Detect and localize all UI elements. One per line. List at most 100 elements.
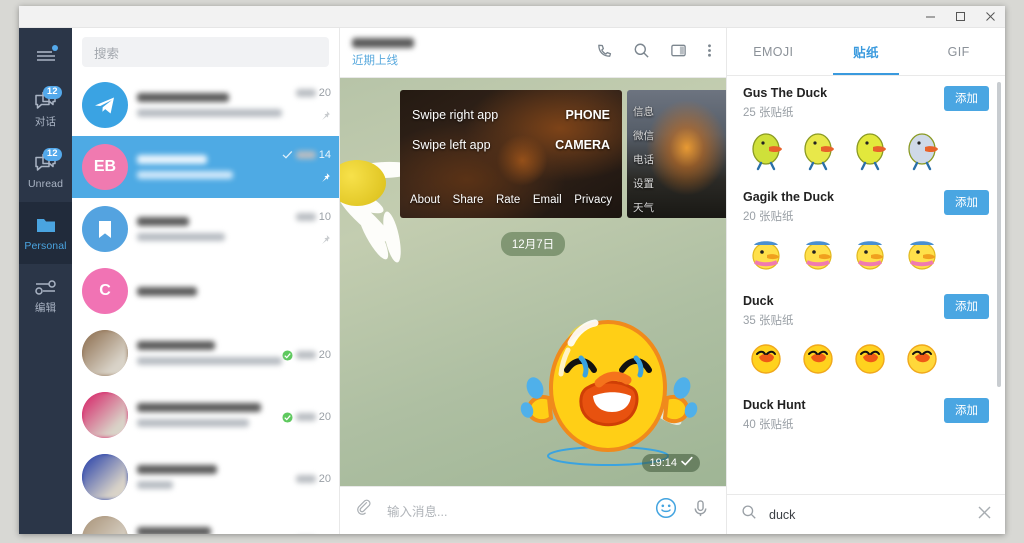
- clear-icon[interactable]: [978, 506, 991, 524]
- tab-gif[interactable]: GIF: [912, 28, 1005, 75]
- sticker-thumbnail[interactable]: [743, 231, 789, 282]
- chat-rows[interactable]: 20EB1410C20202020: [72, 74, 339, 534]
- chat-name-redacted: [137, 341, 215, 350]
- microphone-icon[interactable]: [691, 499, 710, 523]
- sticker-packs-list[interactable]: Gus The Duck25 张贴纸添加Gagik the Duck20 张贴纸…: [727, 76, 1005, 494]
- sticker-pack-name: Gus The Duck: [743, 86, 827, 100]
- sticker-pack: Duck35 张贴纸添加: [743, 294, 1005, 386]
- sticker-thumbnail[interactable]: [847, 127, 893, 178]
- telegram-window: 12 对话 12 Unread: [19, 6, 1005, 534]
- tab-emoji[interactable]: EMOJI: [727, 28, 820, 75]
- sent-check-icon: [681, 456, 693, 469]
- unread-badge: 12: [43, 148, 62, 161]
- chat-item-name-row: [137, 287, 282, 296]
- sticker-pack-previews: [743, 231, 1005, 282]
- chat-list-item[interactable]: 10: [72, 198, 339, 260]
- photo-swipe-right-label: Swipe right app: [412, 108, 498, 122]
- sticker-thumbnail[interactable]: [847, 439, 893, 451]
- messages-inner: Swipe right app PHONE Swipe left app CAM…: [340, 78, 726, 486]
- split-view-icon[interactable]: [670, 42, 687, 64]
- message-input[interactable]: 输入消息...: [387, 501, 641, 520]
- add-sticker-pack-button[interactable]: 添加: [944, 294, 989, 319]
- sidebar-item-edit-folders[interactable]: 编辑: [19, 264, 72, 326]
- photo-screenshot-left[interactable]: Swipe right app PHONE Swipe left app CAM…: [400, 90, 622, 218]
- sticker-thumbnail[interactable]: [847, 335, 893, 386]
- sidebar-item-unread[interactable]: 12 Unread: [19, 140, 72, 202]
- messages-area: Swipe right app PHONE Swipe left app CAM…: [340, 78, 726, 486]
- sticker-thumbnail[interactable]: [795, 335, 841, 386]
- chat-item-meta: 20: [291, 454, 331, 500]
- sidebar-item-personal[interactable]: Personal: [19, 202, 72, 264]
- main-menu-button[interactable]: [19, 34, 72, 78]
- add-sticker-pack-button[interactable]: 添加: [944, 86, 989, 111]
- sidebar-item-chats[interactable]: 12 对话: [19, 78, 72, 140]
- tab-贴纸[interactable]: 贴纸: [820, 28, 913, 75]
- date-redacted: [296, 213, 316, 221]
- photo-link: Share: [453, 194, 484, 206]
- sticker-pack: Gagik the Duck20 张贴纸添加: [743, 190, 1005, 282]
- phone-icon[interactable]: [596, 42, 613, 64]
- sticker-panel-tabs[interactable]: EMOJI贴纸GIF: [727, 28, 1005, 76]
- chat-item-text: [137, 93, 282, 117]
- menu-notification-dot: [52, 45, 58, 51]
- chat-preview-redacted: [137, 419, 249, 427]
- chat-item-meta: [291, 268, 331, 314]
- chat-timestamp: 20: [282, 411, 331, 423]
- photo-menu-item: 微信: [633, 128, 654, 143]
- chat-item-preview-row: [137, 357, 282, 365]
- paperclip-icon[interactable]: [354, 499, 373, 523]
- more-options-icon[interactable]: [707, 42, 712, 64]
- panel-scrollbar[interactable]: [997, 82, 1001, 488]
- sticker-thumbnail[interactable]: [795, 231, 841, 282]
- photo-album-message[interactable]: Swipe right app PHONE Swipe left app CAM…: [400, 90, 726, 218]
- chat-list-item[interactable]: 20: [72, 322, 339, 384]
- conversation-header: 近期上线: [340, 28, 726, 78]
- photo-link: Privacy: [574, 194, 612, 206]
- photo-links-row: AboutShareRateEmailPrivacy: [410, 194, 612, 206]
- add-sticker-pack-button[interactable]: 添加: [944, 398, 989, 423]
- sticker-thumbnail[interactable]: [899, 439, 945, 451]
- avatar: EB: [82, 144, 128, 190]
- sticker-search-bar[interactable]: duck: [727, 494, 1005, 534]
- search-icon[interactable]: [633, 42, 650, 64]
- verified-icon: [282, 412, 293, 423]
- sticker-thumbnail[interactable]: [795, 127, 841, 178]
- chat-item-meta: 10: [291, 206, 331, 252]
- chat-list-item[interactable]: 20: [72, 446, 339, 508]
- sticker-thumbnail[interactable]: [899, 127, 945, 178]
- sticker-thumbnail[interactable]: [899, 231, 945, 282]
- chat-item-preview-row: [137, 233, 282, 241]
- sticker-thumbnail[interactable]: [899, 335, 945, 386]
- add-sticker-pack-button[interactable]: 添加: [944, 190, 989, 215]
- photo-menu-item: 设置: [633, 176, 654, 191]
- chat-list-item[interactable]: EB14: [72, 136, 339, 198]
- chat-item-preview-row: [137, 171, 282, 179]
- smiley-icon[interactable]: [655, 497, 677, 524]
- sticker-thumbnail[interactable]: [743, 127, 789, 178]
- chat-item-meta: 20: [291, 516, 331, 534]
- chat-list-item[interactable]: 20: [72, 384, 339, 446]
- close-button[interactable]: [975, 6, 1005, 27]
- conversation-panel: 近期上线: [340, 28, 727, 534]
- sticker-message[interactable]: 19:14: [511, 288, 706, 478]
- sticker-thumbnail[interactable]: [743, 335, 789, 386]
- chat-list-item[interactable]: C: [72, 260, 339, 322]
- photo-screenshot-right[interactable]: 信息微信电话设置天气: [627, 90, 726, 218]
- sticker-pack-header: Gus The Duck 25 张贴纸 添加: [743, 86, 1005, 120]
- search-input[interactable]: 搜索: [82, 37, 329, 67]
- chat-list-item[interactable]: 20: [72, 508, 339, 534]
- hamburger-menu-icon: [33, 44, 59, 68]
- sticker-pack-count: 25 张贴纸: [743, 104, 827, 120]
- photo-link: Email: [533, 194, 562, 206]
- sticker-thumbnail[interactable]: [847, 231, 893, 282]
- sticker-search-input[interactable]: duck: [769, 508, 966, 522]
- sticker-thumbnail[interactable]: [795, 439, 841, 451]
- pinned-icon: [318, 172, 331, 190]
- minimize-button[interactable]: [915, 6, 945, 27]
- panel-scrollbar-thumb[interactable]: [997, 82, 1001, 387]
- maximize-button[interactable]: [945, 6, 975, 27]
- sticker-thumbnail[interactable]: [743, 439, 789, 451]
- chat-list-item[interactable]: 20: [72, 74, 339, 136]
- chat-name-redacted: [137, 403, 261, 412]
- message-composer: 输入消息...: [340, 486, 726, 534]
